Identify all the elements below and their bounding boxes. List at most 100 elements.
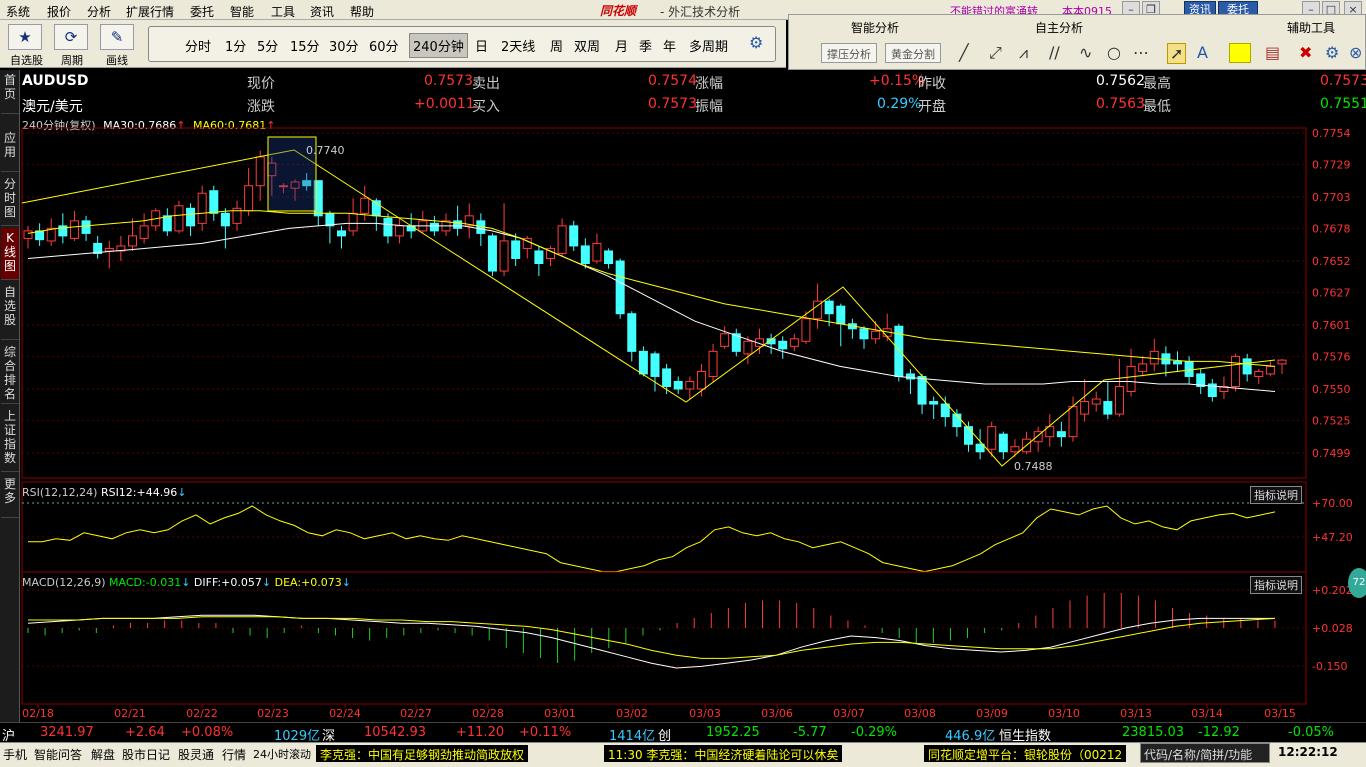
news-ticker-3[interactable]: 同花顺定增平台：银轮股份（00212	[924, 745, 1127, 762]
candle-body	[859, 328, 869, 340]
candle-body	[139, 225, 149, 239]
rsi-help-button[interactable]: 指标说明	[1250, 486, 1302, 504]
dea-value: +0.073	[301, 576, 342, 589]
candle-body	[197, 192, 207, 224]
candle-body	[685, 380, 695, 390]
candle-body	[917, 375, 927, 405]
cy-value: 1952.25	[706, 725, 760, 740]
x-tick-label: 02/27	[400, 707, 432, 720]
x-tick-label: 03/01	[544, 707, 576, 720]
candle-body	[998, 433, 1008, 453]
candle-body	[1091, 398, 1101, 405]
candle-body	[975, 443, 985, 453]
candle-body	[406, 225, 416, 232]
candle-body	[708, 350, 718, 377]
candle-body	[1080, 401, 1090, 415]
candle-body	[499, 240, 509, 272]
candle-body	[348, 212, 358, 232]
x-tick-label: 03/02	[616, 707, 648, 720]
bottom-tab-lingtong[interactable]: 股灵通	[178, 746, 214, 763]
bottom-tab-qa[interactable]: 智能问答	[34, 746, 82, 763]
bottom-tab-market[interactable]: 行情	[222, 746, 246, 763]
hs-value: 23815.03	[1122, 725, 1185, 740]
x-tick-label: 02/23	[257, 707, 289, 720]
candle-body	[487, 235, 497, 272]
candle-body	[871, 330, 881, 340]
candle-body	[720, 333, 730, 347]
candle-body	[1068, 406, 1078, 438]
candle-body	[638, 350, 648, 375]
candle-body	[673, 380, 683, 390]
rsi-down-arrow-icon: ↓	[177, 486, 187, 499]
candle-body	[952, 413, 962, 428]
candle-body	[650, 353, 660, 377]
x-tick-label: 03/03	[689, 707, 721, 720]
candle-body	[534, 250, 544, 265]
sh-change: +2.64	[125, 725, 165, 740]
candle-body	[1242, 358, 1252, 375]
candle-body	[1126, 365, 1136, 393]
rsi-tick-label: +47.20	[1312, 531, 1353, 544]
bottom-tab-24h[interactable]: 24小时滚动	[253, 746, 311, 762]
macd-tick-label: -0.150	[1312, 660, 1347, 673]
sz-value: 10542.93	[364, 725, 427, 740]
bottom-tab-diary[interactable]: 股市日记	[122, 746, 170, 763]
candle-body	[1138, 363, 1148, 372]
candle-body	[255, 156, 265, 187]
candle-body	[1231, 355, 1241, 387]
x-tick-label: 03/10	[1048, 707, 1080, 720]
low-annotation: 0.7488	[1014, 460, 1053, 473]
candle-body	[604, 250, 614, 265]
candle-body	[325, 212, 335, 227]
rsi-title: RSI(12,12,24)	[22, 486, 98, 499]
code-search-input[interactable]: 代码/名称/简拼/功能	[1140, 743, 1270, 763]
candle-body	[220, 212, 230, 227]
diff-value: +0.057	[221, 576, 262, 589]
candle-body	[1114, 385, 1124, 415]
candle-body	[162, 215, 172, 232]
x-tick-label: 02/28	[472, 707, 504, 720]
candle-body	[453, 220, 463, 229]
price-tick-label: 0.7754	[1312, 127, 1351, 140]
candle-body	[627, 313, 637, 352]
price-panel-frame	[21, 127, 1307, 479]
candle-body	[1173, 360, 1182, 365]
candle-body	[383, 217, 393, 237]
candle-body	[801, 318, 811, 342]
candle-body	[615, 260, 625, 315]
candle-body	[174, 205, 184, 232]
macd-help-button[interactable]: 指标说明	[1250, 576, 1302, 594]
hs-pct: -0.05%	[1288, 725, 1334, 740]
candle-body	[69, 220, 79, 239]
candle-body	[1265, 365, 1275, 375]
x-tick-label: 03/09	[976, 707, 1008, 720]
macd-title: MACD(12,26,9)	[22, 576, 106, 589]
bottom-tab-mobile[interactable]: 手机	[3, 746, 27, 763]
candle-body	[662, 368, 672, 387]
bottom-tab-review[interactable]: 解盘	[91, 746, 115, 763]
candle-body	[929, 401, 939, 405]
candle-body	[580, 245, 590, 265]
candle-body	[429, 222, 439, 232]
price-tick-label: 0.7627	[1312, 286, 1351, 299]
candle-body	[337, 230, 346, 237]
sh-pct: +0.08%	[181, 725, 234, 740]
candle-body	[1254, 370, 1264, 377]
price-tick-label: 0.7499	[1312, 447, 1351, 460]
candle-body	[244, 185, 254, 212]
kline-chart[interactable]: 0.7754 0.7729 0.7703 0.7678 0.7652 0.7627 0.76…	[0, 0, 1366, 722]
news-ticker-2[interactable]: 11:30 李克强：中国经济硬着陆论可以休矣	[604, 745, 843, 762]
macd-tick-label: +0.028	[1312, 622, 1353, 635]
x-tick-label: 02/22	[186, 707, 218, 720]
candle-body	[789, 338, 799, 347]
candle-body	[23, 230, 33, 239]
diff-down-arrow-icon: ↓	[261, 576, 272, 589]
dea-down-arrow-icon: ↓	[341, 576, 351, 589]
x-tick-label: 03/06	[761, 707, 793, 720]
news-ticker-1[interactable]: 李克强：中国有足够钢劲推动简政放权	[316, 745, 529, 762]
floating-badge[interactable]: 72	[1348, 568, 1366, 598]
candle-body	[1184, 360, 1194, 377]
hs-change: -12.92	[1198, 725, 1240, 740]
x-tick-label: 03/07	[833, 707, 865, 720]
x-tick-label: 02/21	[114, 707, 146, 720]
